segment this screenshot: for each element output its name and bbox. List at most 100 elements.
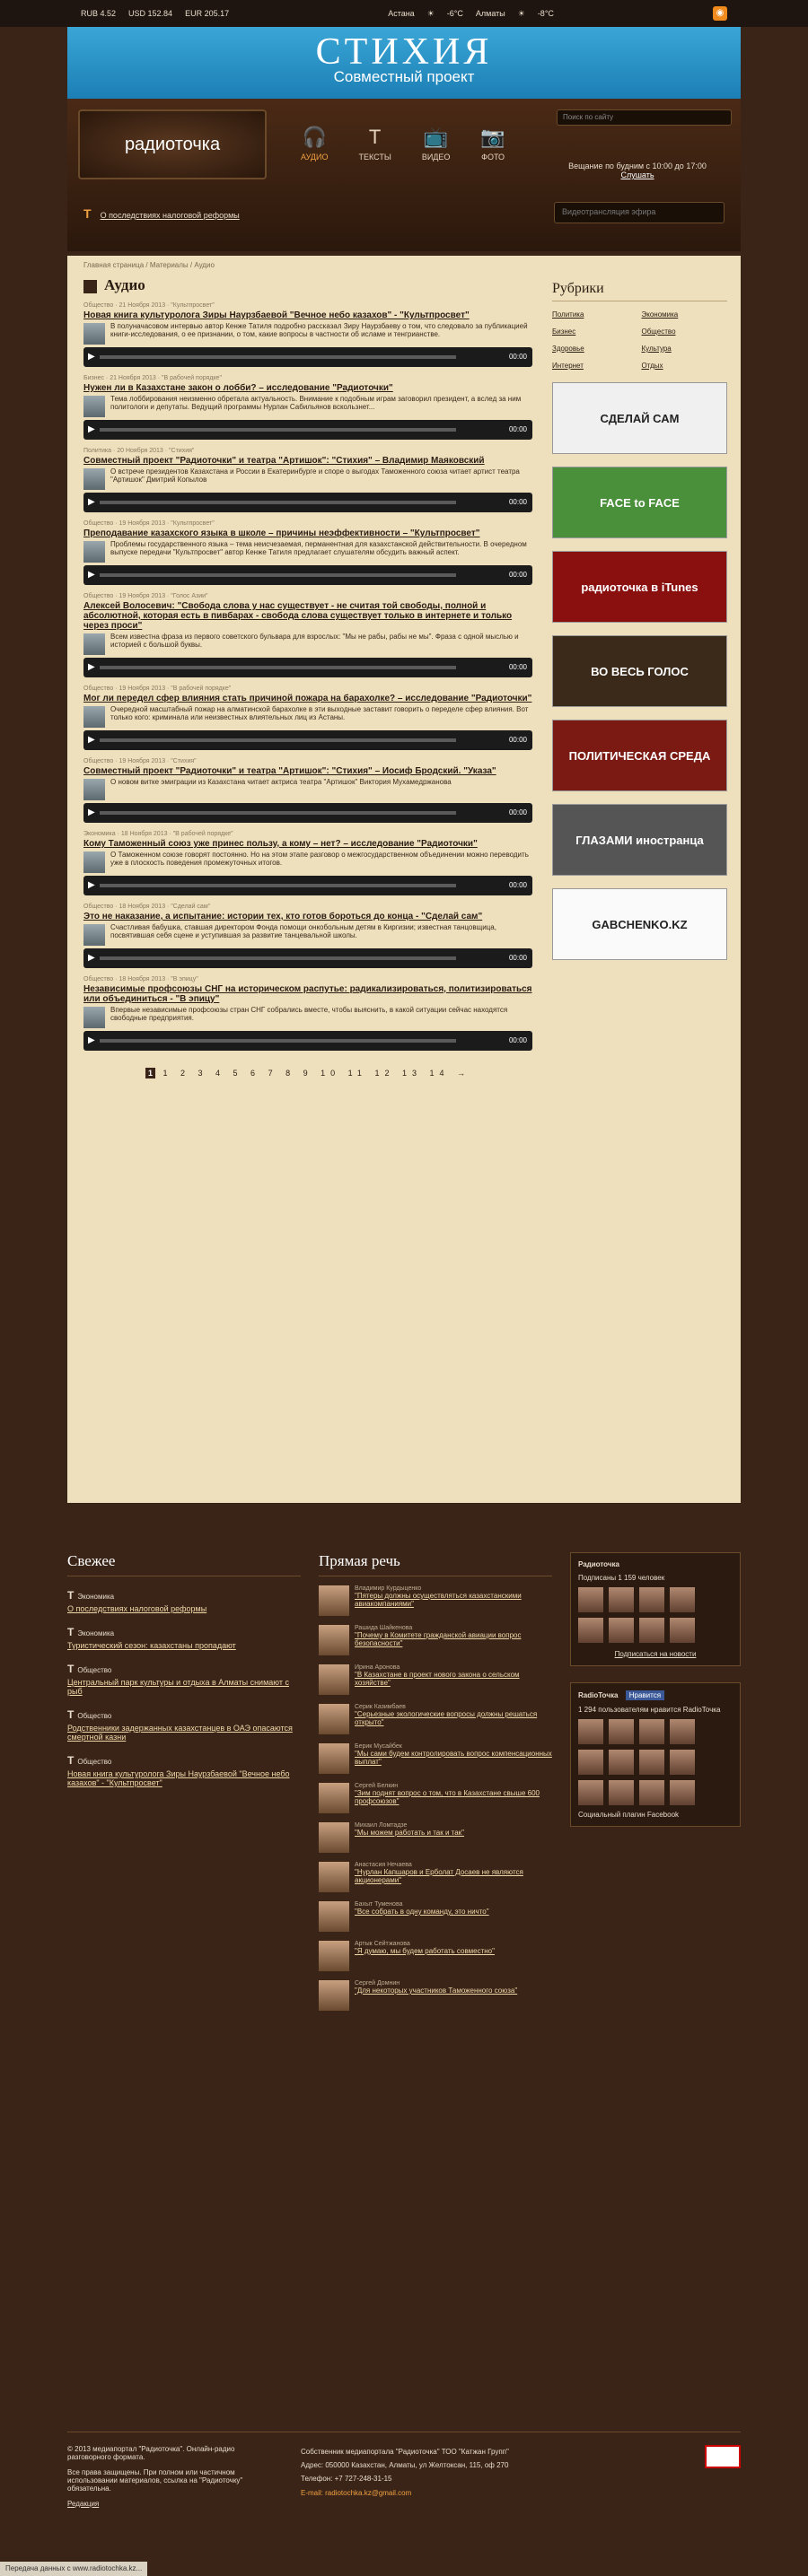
article-title-link[interactable]: Совместный проект "Радиоточки" и театра … [83,766,532,776]
speech-title-link[interactable]: "Почему в Комитете гражданской авиации в… [355,1631,552,1647]
speech-title-link[interactable]: "Для некоторых участников Таможенного со… [355,1987,517,1995]
article-title-link[interactable]: Новая книга культуролога Зиры Наурзбаево… [83,310,532,320]
audio-progress-track[interactable] [100,738,456,742]
play-icon[interactable]: ▶ [88,808,95,817]
rubric-link[interactable]: Бизнес [552,327,638,336]
sidebar-banner[interactable]: СДЕЛАЙ САМ [552,382,727,454]
rubric-link[interactable]: Интернет [552,362,638,370]
speech-title-link[interactable]: "Нурлан Капшаров и Ерболат Досаев не явл… [355,1868,552,1884]
rubric-link[interactable]: Отдых [642,362,728,370]
vk-title[interactable]: Радиоточка [578,1560,619,1568]
speech-title-link[interactable]: "Серьезные экологические вопросы должны … [355,1710,552,1726]
article-title-link[interactable]: Алексей Волосевич: "Свобода слова у нас … [83,601,532,631]
nav-photo[interactable]: 📷 ФОТО [480,126,505,162]
play-icon[interactable]: ▶ [88,352,95,362]
play-icon[interactable]: ▶ [88,1035,95,1045]
article-title-link[interactable]: Это не наказание, а испытание: истории т… [83,912,532,921]
listen-link[interactable]: Слушать [620,170,654,179]
sidebar-banner[interactable]: GABCHENKO.KZ [552,888,727,960]
article-thumbnail[interactable] [83,924,105,946]
avatar[interactable] [319,1941,349,1971]
article-title-link[interactable]: Совместный проект "Радиоточки" и театра … [83,456,532,466]
sidebar-banner[interactable]: радиоточка в iTunes [552,551,727,623]
play-icon[interactable]: ▶ [88,497,95,507]
sidebar-banner[interactable]: ПОЛИТИЧЕСКАЯ СРЕДА [552,720,727,791]
article-title-link[interactable]: Независимые профсоюзы СНГ на историческо… [83,984,532,1004]
avatar[interactable] [319,1704,349,1734]
news-title-link[interactable]: Центральный парк культуры и отдыха в Алм… [67,1678,301,1696]
speech-title-link[interactable]: "Мы можем работать и так и так" [355,1829,464,1837]
speech-title-link[interactable]: "В Казахстане в проект нового закона о с… [355,1671,552,1687]
avatar[interactable] [319,1783,349,1813]
avatar[interactable] [319,1664,349,1695]
article-title-link[interactable]: Преподавание казахского языка в школе – … [83,528,532,538]
nav-audio[interactable]: 🎧 АУДИО [301,126,329,162]
site-logo[interactable]: радиоточка [78,109,267,179]
rubric-link[interactable]: Культура [642,345,728,353]
news-title-link[interactable]: О последствиях налоговой реформы [67,1604,301,1613]
audio-player[interactable]: ▶ 00:00 [83,730,532,750]
audio-player[interactable]: ▶ 00:00 [83,1031,532,1051]
audio-player[interactable]: ▶ 00:00 [83,658,532,677]
pagination[interactable]: 1 1 2 3 4 5 6 7 8 9 10 11 12 13 14 → [83,1068,532,1078]
nav-texts[interactable]: T ТЕКСТЫ [359,126,391,162]
audio-player[interactable]: ▶ 00:00 [83,493,532,512]
audio-progress-track[interactable] [100,355,456,359]
avatar[interactable] [319,1980,349,2011]
footer-editorial-link[interactable]: Редакция [67,2500,274,2508]
fb-like-button[interactable]: Нравится [625,1690,665,1700]
header-tax-link[interactable]: TО последствиях налоговой реформы [83,206,240,221]
fb-title[interactable]: RadioToчка [578,1691,619,1699]
sidebar-banner[interactable]: ВО ВЕСЬ ГОЛОС [552,635,727,707]
audio-player[interactable]: ▶ 00:00 [83,876,532,895]
article-thumbnail[interactable] [83,323,105,345]
play-icon[interactable]: ▶ [88,880,95,890]
rss-icon[interactable]: ◉ [713,6,728,21]
play-icon[interactable]: ▶ [88,424,95,434]
audio-progress-track[interactable] [100,666,456,669]
nav-video[interactable]: 📺 ВИДЕО [422,126,451,162]
speech-title-link[interactable]: "Все собрать в одну команду, это ничто" [355,1908,489,1916]
audio-progress-track[interactable] [100,573,456,577]
speech-title-link[interactable]: "Зим поднят вопрос о том, что в Казахста… [355,1789,552,1805]
article-title-link[interactable]: Мог ли передел сфер влияния стать причин… [83,694,532,703]
audio-progress-track[interactable] [100,501,456,504]
search-input[interactable]: Поиск по сайту [557,109,732,126]
audio-player[interactable]: ▶ 00:00 [83,948,532,968]
article-thumbnail[interactable] [83,633,105,655]
audio-progress-track[interactable] [100,811,456,815]
footer-email[interactable]: E-mail: radiotochka.kz@gmail.com [301,2486,615,2500]
audio-player[interactable]: ▶ 00:00 [83,420,532,440]
audio-progress-track[interactable] [100,428,456,432]
sidebar-banner[interactable]: FACE to FACE [552,467,727,538]
avatar[interactable] [319,1743,349,1774]
speech-title-link[interactable]: "Я думаю, мы будем работать совместно" [355,1947,495,1955]
audio-progress-track[interactable] [100,956,456,960]
audio-progress-track[interactable] [100,884,456,887]
speech-title-link[interactable]: "Пятеры должны осуществляться казахстанс… [355,1592,552,1608]
rubric-link[interactable]: Экономика [642,310,728,319]
play-icon[interactable]: ▶ [88,953,95,963]
article-thumbnail[interactable] [83,1007,105,1028]
news-title-link[interactable]: Новая книга культуролога Зиры Наурзбаево… [67,1769,301,1787]
audio-player[interactable]: ▶ 00:00 [83,803,532,823]
article-thumbnail[interactable] [83,706,105,728]
play-icon[interactable]: ▶ [88,570,95,580]
avatar[interactable] [319,1862,349,1892]
video-stream-button[interactable]: Видеотрансляция эфира [554,202,725,223]
stikhiya-banner[interactable]: СТИХИЯ Совместный проект [67,27,741,99]
avatar[interactable] [319,1585,349,1616]
speech-title-link[interactable]: "Мы сами будем контролировать вопрос ком… [355,1750,552,1766]
news-title-link[interactable]: Туристический сезон: казахстаны пропадаю… [67,1641,301,1650]
avatar[interactable] [319,1822,349,1853]
audio-player[interactable]: ▶ 00:00 [83,565,532,585]
rubric-link[interactable]: Политика [552,310,638,319]
article-thumbnail[interactable] [83,851,105,873]
sidebar-banner[interactable]: ГЛАЗАМИ иностранца [552,804,727,876]
page-links[interactable]: 1 2 3 4 5 6 7 8 9 10 11 12 13 14 → [163,1069,470,1078]
news-title-link[interactable]: Родственники задержанных казахстанцев в … [67,1724,301,1742]
breadcrumb[interactable]: Главная страница / Материалы / Аудио [83,261,532,269]
play-icon[interactable]: ▶ [88,735,95,745]
avatar[interactable] [319,1901,349,1932]
article-thumbnail[interactable] [83,468,105,490]
